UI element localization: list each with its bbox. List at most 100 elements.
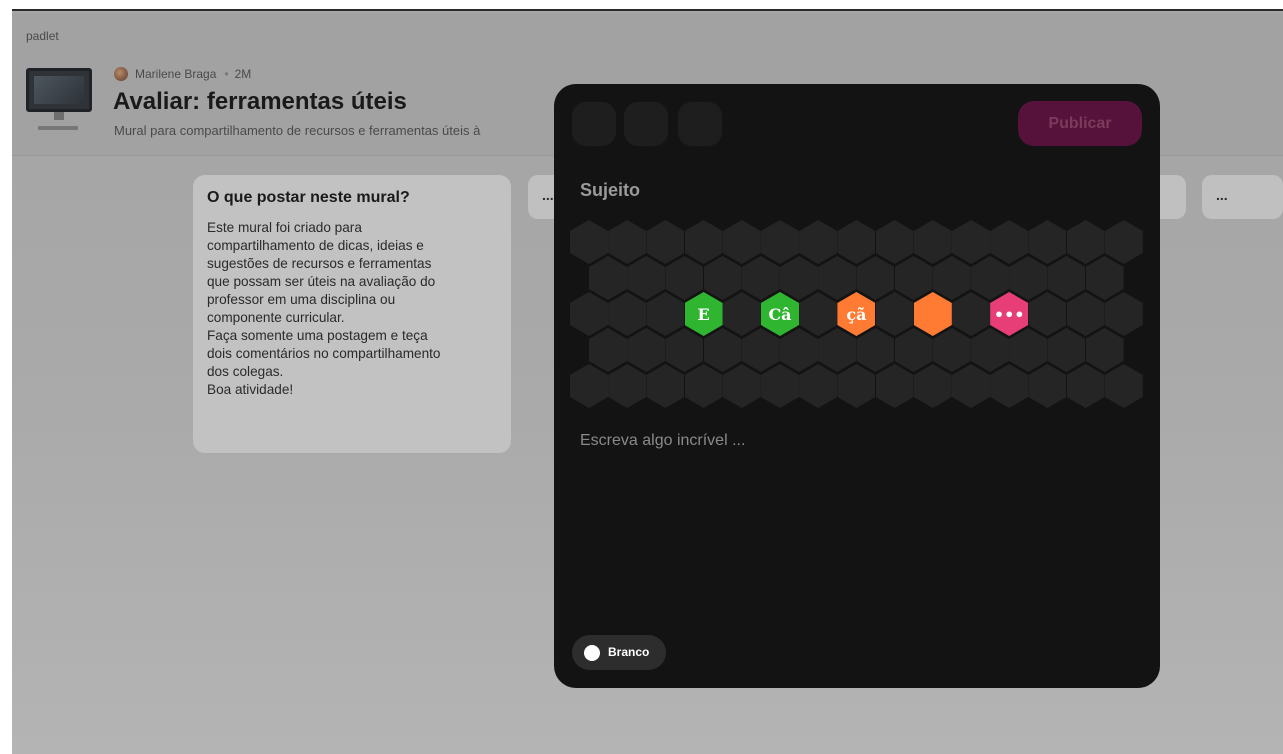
hex-cell [1009, 256, 1048, 300]
hex-cell [837, 364, 876, 408]
attachment-chip[interactable]: ••• [990, 292, 1029, 336]
hex-cell [952, 364, 990, 408]
hex-cell [1104, 220, 1143, 264]
hex-cell [608, 292, 647, 336]
post-title: O que postar neste mural? [207, 189, 410, 206]
hex-cell [875, 220, 914, 264]
hex-cell [1066, 220, 1105, 264]
hex-cell [971, 328, 1009, 372]
hex-cell [799, 364, 838, 408]
hex-cell [646, 364, 685, 408]
body-input[interactable]: Escreva algo incrível ... [580, 432, 745, 450]
attachment-chip[interactable] [913, 292, 952, 336]
subject-input[interactable]: Sujeito [580, 180, 640, 201]
hex-cell [627, 328, 666, 372]
author-row: Marilene Braga • 2M [114, 67, 251, 81]
stub-label: ... [1216, 187, 1228, 203]
post-body: Este mural foi criado para compartilhame… [207, 220, 441, 397]
hex-cell [971, 256, 1009, 300]
hex-cell [799, 292, 838, 336]
color-toggle[interactable]: Branco [572, 635, 666, 670]
hex-cell [741, 328, 780, 372]
hex-cell [818, 328, 857, 372]
post-card[interactable]: O que postar neste mural? Este mural foi… [193, 175, 511, 453]
hex-cell [1085, 328, 1124, 372]
toggle-knob [584, 645, 600, 661]
hex-cell [741, 256, 780, 300]
hex-cell [589, 256, 627, 300]
hex-cell [608, 364, 647, 408]
hex-cell [570, 364, 608, 408]
page-title: Avaliar: ferramentas úteis [113, 88, 407, 115]
hex-cell [1066, 292, 1105, 336]
toggle-label: Branco [608, 645, 650, 659]
hex-cell [799, 220, 838, 264]
attachment-chip[interactable]: çã [837, 292, 876, 336]
padlet-logo[interactable]: padlet [26, 29, 59, 43]
hex-cell [1104, 364, 1143, 408]
hex-cell [570, 220, 608, 264]
hex-cell [1066, 364, 1105, 408]
hex-cell [665, 256, 704, 300]
hex-cell [894, 256, 933, 300]
attachment-chip[interactable]: E [684, 292, 723, 336]
hex-cell [646, 292, 685, 336]
hex-cell [1085, 256, 1124, 300]
hex-cell [913, 364, 952, 408]
hex-cell [875, 292, 914, 336]
hex-cell [1028, 220, 1067, 264]
stub-label: ... [542, 187, 554, 203]
hex-cell [990, 364, 1029, 408]
hex-cell [1047, 328, 1086, 372]
hex-cell [1009, 328, 1048, 372]
hex-cell [684, 220, 723, 264]
hex-cell [722, 292, 761, 336]
attach-tool-button[interactable] [624, 102, 668, 146]
board-description: Mural para compartilhamento de recursos … [114, 123, 481, 138]
hex-cell [818, 256, 857, 300]
hex-cell [722, 364, 761, 408]
hex-cell [780, 328, 818, 372]
avatar[interactable] [114, 67, 128, 81]
hex-cell [875, 364, 914, 408]
hex-cell [952, 220, 990, 264]
hex-cell [990, 220, 1029, 264]
hex-cell [1028, 292, 1067, 336]
hex-cell [589, 328, 627, 372]
hex-cell [684, 364, 723, 408]
hex-cell [646, 220, 685, 264]
hex-cell [761, 364, 799, 408]
hex-cell [894, 328, 933, 372]
attachment-chip[interactable]: Câ [761, 292, 799, 336]
hex-cell [780, 256, 818, 300]
hex-cell [722, 220, 761, 264]
post-composer-dialog: Publicar Sujeito E Câ çã ••• Escreva algo i… [554, 84, 1160, 688]
post-age: 2M [234, 67, 252, 81]
computer-icon [24, 68, 94, 138]
hex-cell [608, 220, 647, 264]
hex-cell [1028, 364, 1067, 408]
publish-button[interactable]: Publicar [1018, 101, 1142, 146]
separator: • [224, 67, 229, 81]
attach-tool-button[interactable] [678, 102, 722, 146]
hex-cell [570, 292, 608, 336]
hex-cell [1104, 292, 1143, 336]
hex-cell [913, 220, 952, 264]
hex-cell [856, 256, 895, 300]
column-stub-right[interactable]: ... [1202, 175, 1283, 219]
hex-cell [952, 292, 990, 336]
hex-cell [1047, 256, 1086, 300]
attachment-hex-grid: E Câ çã ••• [570, 220, 1146, 410]
left-edge [0, 11, 12, 754]
hex-cell [856, 328, 895, 372]
hex-cell [761, 220, 799, 264]
author-name[interactable]: Marilene Braga [135, 67, 216, 81]
hex-cell [837, 220, 876, 264]
top-bar [0, 0, 1283, 11]
attach-tool-button[interactable] [572, 102, 616, 146]
hex-cell [932, 328, 971, 372]
hex-cell [703, 328, 742, 372]
hex-cell [703, 256, 742, 300]
hex-cell [627, 256, 666, 300]
hex-cell [932, 256, 971, 300]
